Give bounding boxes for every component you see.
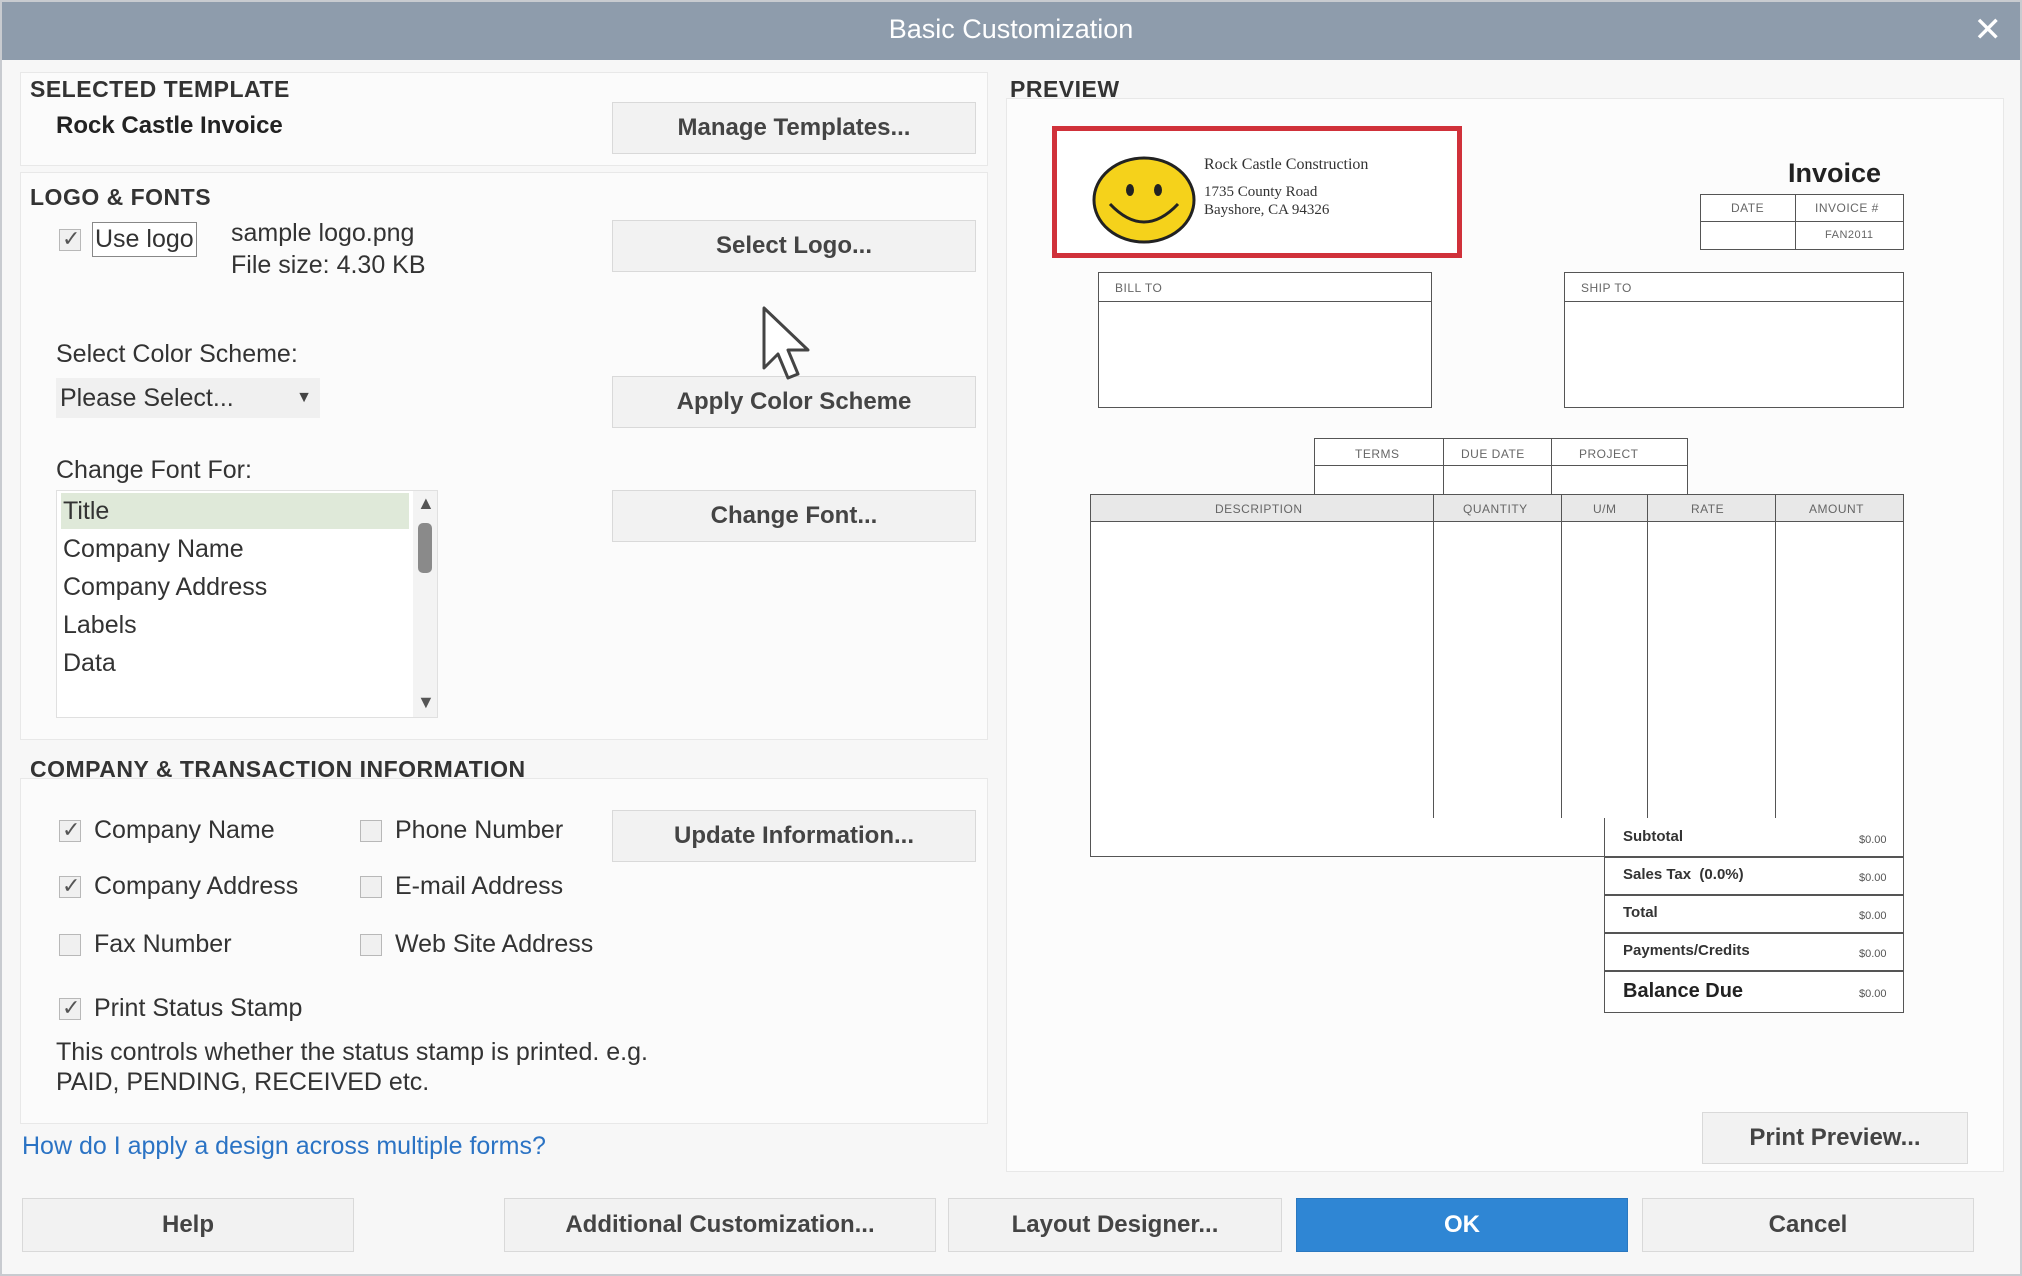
fax-number-label: Fax Number bbox=[94, 930, 232, 958]
logo-file-size: File size: 4.30 KB bbox=[231, 251, 426, 279]
color-scheme-select[interactable]: Please Select... ▼ bbox=[56, 378, 320, 418]
close-icon[interactable]: ✕ bbox=[1974, 10, 2003, 50]
print-status-checkbox[interactable] bbox=[59, 995, 81, 1021]
manage-templates-label: Manage Templates... bbox=[677, 114, 911, 141]
preview-line-items-table: DESCRIPTION QUANTITY U/M RATE AMOUNT bbox=[1090, 494, 1904, 820]
use-logo-label: Use logo bbox=[92, 222, 197, 257]
update-information-label: Update Information... bbox=[674, 822, 914, 849]
preview-col-rate: RATE bbox=[1691, 502, 1725, 516]
company-address-checkbox[interactable] bbox=[59, 873, 81, 899]
preview-balance-due-value: $0.00 bbox=[1859, 988, 1887, 1000]
scroll-up-icon[interactable]: ▲ bbox=[417, 493, 435, 514]
help-button[interactable]: Help bbox=[22, 1198, 354, 1252]
preview-invoice-no-label: INVOICE # bbox=[1815, 201, 1879, 215]
change-font-label: Change Font... bbox=[710, 502, 878, 529]
preview-address-line1: 1735 County Road bbox=[1204, 184, 1318, 200]
color-scheme-label: Select Color Scheme: bbox=[56, 340, 298, 368]
cancel-button[interactable]: Cancel bbox=[1642, 1198, 1974, 1252]
preview-total-label: Total bbox=[1623, 904, 1658, 921]
list-item-title[interactable]: Title bbox=[61, 493, 409, 529]
email-address-label: E-mail Address bbox=[395, 872, 564, 900]
preview-total-value: $0.00 bbox=[1859, 910, 1887, 922]
preview-payments-value: $0.00 bbox=[1859, 948, 1887, 960]
select-logo-button[interactable]: Select Logo... bbox=[612, 220, 976, 272]
preview-col-description: DESCRIPTION bbox=[1215, 502, 1303, 516]
color-scheme-value: Please Select... bbox=[60, 384, 234, 412]
scroll-thumb[interactable] bbox=[418, 523, 432, 573]
manage-templates-button[interactable]: Manage Templates... bbox=[612, 102, 976, 154]
select-logo-label: Select Logo... bbox=[715, 232, 873, 259]
preview-subtotal-label: Subtotal bbox=[1623, 828, 1683, 845]
print-status-label: Print Status Stamp bbox=[94, 994, 303, 1022]
smiley-logo-icon bbox=[1092, 156, 1196, 244]
status-description-line2: PAID, PENDING, RECEIVED etc. bbox=[56, 1068, 430, 1096]
preview-company-name: Rock Castle Construction bbox=[1204, 156, 1369, 173]
fax-number-checkbox[interactable] bbox=[59, 934, 81, 956]
help-link[interactable]: How do I apply a design across multiple … bbox=[22, 1132, 546, 1161]
preview-terms-box: TERMS DUE DATE PROJECT bbox=[1314, 438, 1688, 496]
preview-invoice-title: Invoice bbox=[1788, 158, 1882, 188]
phone-number-label: Phone Number bbox=[395, 816, 564, 844]
mouse-cursor-icon bbox=[762, 306, 810, 380]
preview-sales-tax-label: Sales Tax (0.0%) bbox=[1623, 866, 1744, 883]
layout-designer-button[interactable]: Layout Designer... bbox=[948, 1198, 1282, 1252]
cancel-button-label: Cancel bbox=[1768, 1211, 1848, 1238]
preview-date-invoice-box: DATE INVOICE # FAN2011 bbox=[1700, 194, 1904, 250]
title-bar: Basic Customization ✕ bbox=[2, 2, 2020, 60]
list-scrollbar[interactable]: ▲ ▼ bbox=[413, 491, 437, 717]
preview-col-um: U/M bbox=[1593, 502, 1617, 516]
window-title: Basic Customization bbox=[888, 14, 1134, 44]
preview-subtotal-value: $0.00 bbox=[1859, 834, 1887, 846]
preview-balance-due-label: Balance Due bbox=[1623, 980, 1744, 1002]
preview-payments-label: Payments/Credits bbox=[1623, 942, 1750, 959]
preview-invoice-no-value: FAN2011 bbox=[1825, 229, 1874, 241]
additional-customization-button[interactable]: Additional Customization... bbox=[504, 1198, 936, 1252]
preview-memo-box bbox=[1090, 818, 1608, 857]
preview-bill-to-label: BILL TO bbox=[1115, 281, 1163, 295]
preview-project-label: PROJECT bbox=[1579, 447, 1639, 461]
web-site-checkbox[interactable] bbox=[360, 934, 382, 956]
chevron-down-icon: ▼ bbox=[296, 389, 312, 406]
preview-bill-to-box: BILL TO bbox=[1098, 272, 1432, 408]
template-name: Rock Castle Invoice bbox=[56, 112, 283, 139]
preview-sales-tax-value: $0.00 bbox=[1859, 872, 1887, 884]
email-address-checkbox[interactable] bbox=[360, 876, 382, 898]
list-item-labels[interactable]: Labels bbox=[61, 607, 409, 643]
preview-totals-box: Subtotal $0.00 Sales Tax (0.0%) $0.00 To… bbox=[1604, 818, 1904, 1013]
use-logo-checkbox[interactable] bbox=[59, 226, 81, 252]
list-item-company-address[interactable]: Company Address bbox=[61, 569, 409, 605]
company-name-checkbox[interactable] bbox=[59, 817, 81, 843]
phone-number-checkbox[interactable] bbox=[360, 820, 382, 842]
print-preview-button[interactable]: Print Preview... bbox=[1702, 1112, 1968, 1164]
scroll-down-icon[interactable]: ▼ bbox=[417, 692, 435, 713]
status-description-line1: This controls whether the status stamp i… bbox=[56, 1038, 648, 1066]
layout-designer-label: Layout Designer... bbox=[1011, 1211, 1219, 1238]
web-site-label: Web Site Address bbox=[395, 930, 594, 958]
preview-date-label: DATE bbox=[1731, 201, 1765, 215]
preview-terms-label: TERMS bbox=[1355, 447, 1400, 461]
preview-due-date-label: DUE DATE bbox=[1461, 447, 1525, 461]
font-element-list[interactable]: Title Company Name Company Address Label… bbox=[56, 490, 438, 718]
preview-ship-to-label: SHIP TO bbox=[1581, 281, 1632, 295]
logo-fonts-heading: LOGO & FONTS bbox=[30, 184, 212, 210]
preview-address-line2: Bayshore, CA 94326 bbox=[1204, 202, 1330, 218]
selected-template-heading: SELECTED TEMPLATE bbox=[30, 76, 290, 102]
list-item-data[interactable]: Data bbox=[61, 645, 409, 681]
ok-button-label: OK bbox=[1444, 1211, 1480, 1238]
company-name-label: Company Name bbox=[94, 816, 275, 844]
basic-customization-dialog: Basic Customization ✕ SELECTED TEMPLATE … bbox=[0, 0, 2022, 1276]
company-address-label: Company Address bbox=[94, 872, 299, 900]
change-font-button[interactable]: Change Font... bbox=[612, 490, 976, 542]
additional-customization-label: Additional Customization... bbox=[565, 1211, 875, 1238]
preview-ship-to-box: SHIP TO bbox=[1564, 272, 1904, 408]
list-item-company-name[interactable]: Company Name bbox=[61, 531, 409, 567]
preview-col-amount: AMOUNT bbox=[1809, 502, 1864, 516]
change-font-for-label: Change Font For: bbox=[56, 456, 252, 484]
preview-col-quantity: QUANTITY bbox=[1463, 502, 1528, 516]
print-preview-label: Print Preview... bbox=[1749, 1124, 1921, 1151]
update-information-button[interactable]: Update Information... bbox=[612, 810, 976, 862]
logo-filename: sample logo.png bbox=[231, 219, 415, 247]
ok-button[interactable]: OK bbox=[1296, 1198, 1628, 1252]
help-button-label: Help bbox=[161, 1211, 214, 1238]
